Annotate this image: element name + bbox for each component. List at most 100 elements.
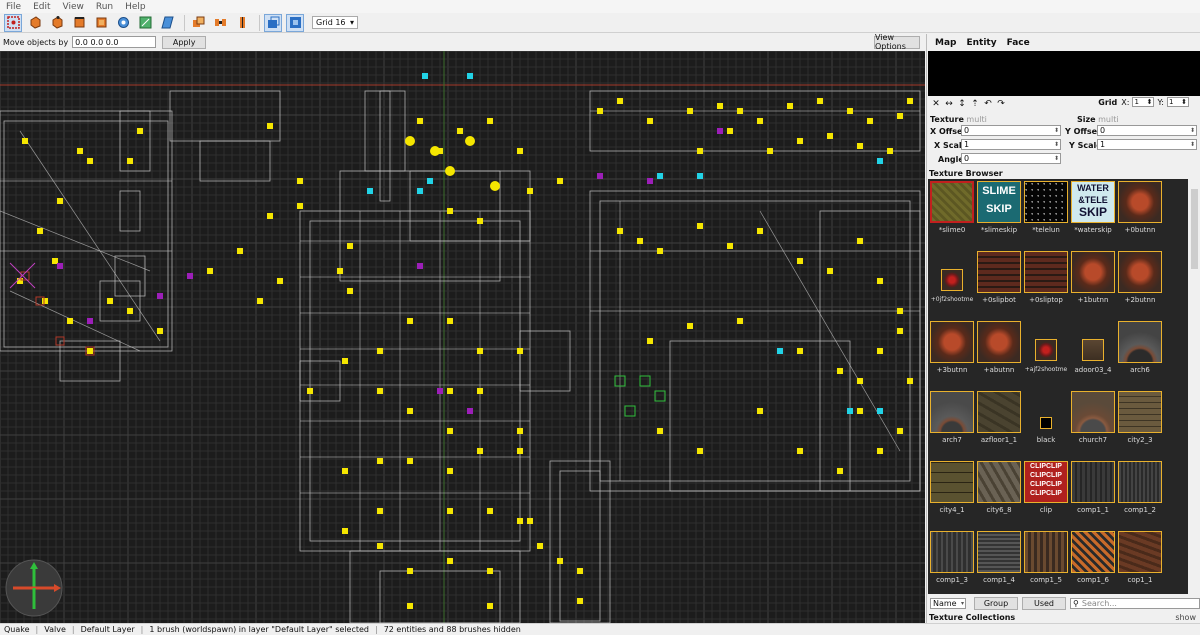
texture-lock-icon[interactable] [264, 13, 282, 32]
align-icon[interactable]: ⇡ [970, 99, 980, 109]
spinner-arrows-icon: ⬍ [1146, 98, 1153, 106]
group-button[interactable]: Group [974, 596, 1018, 610]
point-entity [757, 408, 763, 414]
flip-horizontal-icon[interactable]: ↔ [944, 99, 954, 109]
point-entity [797, 448, 803, 454]
grid-size-value: Grid 16 [316, 18, 346, 27]
menu-edit[interactable]: Edit [27, 2, 56, 12]
flip-vertical-icon[interactable]: ↕ [957, 99, 967, 109]
texture-tile[interactable] [1024, 181, 1068, 223]
inspector-tabs: Map Entity Face [927, 34, 1200, 51]
texture-browser-scrollbar[interactable] [1189, 179, 1200, 594]
texture-tile[interactable] [941, 269, 963, 291]
used-button[interactable]: Used [1022, 596, 1066, 610]
face-tool-icon[interactable] [92, 14, 110, 32]
point-entity [897, 428, 903, 434]
texture-tile[interactable] [930, 181, 974, 223]
texture-tile[interactable] [1118, 461, 1162, 503]
texture-browser-grid[interactable]: *slime0 SLIME SKIP *slimeskip *telelun WATER &… [928, 179, 1188, 594]
point-entity [647, 338, 653, 344]
map-2d-view[interactable] [0, 51, 925, 623]
y-offset-field[interactable]: 0 ⬍ [1097, 125, 1197, 136]
texture-tile[interactable] [1035, 339, 1057, 361]
y-scale-field[interactable]: 1 ⬍ [1097, 139, 1197, 150]
select-tool-icon[interactable] [4, 13, 22, 32]
x-offset-field[interactable]: 0 ⬍ [961, 125, 1061, 136]
map-viewport[interactable] [0, 51, 925, 623]
texture-label: comp1_1 [1077, 506, 1109, 514]
texture-collections-toggle[interactable]: show [1175, 613, 1196, 622]
rotate-cw-icon[interactable]: ↷ [996, 99, 1006, 109]
view-options-button[interactable]: View Options [874, 33, 920, 51]
texture-search-input[interactable]: ⚲ Search... [1070, 597, 1200, 609]
move-objects-input[interactable]: 0.0 0.0 0.0 [72, 36, 157, 48]
texture-label: +2butnn [1124, 296, 1156, 304]
texture-tile[interactable] [977, 461, 1021, 503]
light-entity [490, 181, 500, 191]
info-entity [597, 173, 603, 179]
csg-intersect-icon[interactable] [233, 14, 251, 32]
scale-tool-icon[interactable] [136, 14, 154, 32]
texture-tile[interactable] [1118, 391, 1162, 433]
texture-tile[interactable] [930, 321, 974, 363]
apply-button[interactable]: Apply [162, 35, 207, 49]
texture-browser-title: Texture Browser [929, 169, 1003, 178]
x-scale-field[interactable]: 1 ⬍ [961, 139, 1061, 150]
texture-tile[interactable]: SLIME SKIP [977, 181, 1021, 223]
angle-field[interactable]: 0 ⬍ [961, 153, 1061, 164]
texture-tile[interactable] [1118, 321, 1162, 363]
texture-tile[interactable] [930, 461, 974, 503]
uv-editor-view[interactable] [928, 51, 1200, 96]
rotate-ccw-icon[interactable]: ↶ [983, 99, 993, 109]
grid-x-spinner[interactable]: 1 ⬍ [1132, 97, 1155, 107]
info-entity [437, 388, 443, 394]
texture-tile[interactable] [1071, 531, 1115, 573]
sort-select[interactable]: Name ▾ [930, 597, 966, 609]
texture-tile[interactable] [1082, 339, 1104, 361]
texture-tile[interactable] [1118, 251, 1162, 293]
shear-tool-icon[interactable] [158, 14, 176, 32]
search-icon: ⚲ [1073, 598, 1079, 608]
texture-tile[interactable] [977, 391, 1021, 433]
size-attr: Size multi [1077, 115, 1119, 124]
grid-size-select[interactable]: Grid 16 ▾ [312, 16, 358, 29]
grid-y-spinner[interactable]: 1 ⬍ [1167, 97, 1189, 107]
texture-tile[interactable] [930, 391, 974, 433]
texture-tile[interactable] [1071, 391, 1115, 433]
texture-tile[interactable] [1118, 181, 1162, 223]
uv-lock-icon[interactable] [286, 13, 304, 32]
tab-entity[interactable]: Entity [966, 38, 996, 48]
texture-tile[interactable] [930, 531, 974, 573]
menu-view[interactable]: View [57, 2, 90, 12]
texture-tile[interactable] [1024, 531, 1068, 573]
point-entity [477, 388, 483, 394]
csg-subtract-icon[interactable] [211, 14, 229, 32]
point-entity [42, 298, 48, 304]
point-entity [657, 428, 663, 434]
texture-tile[interactable] [1071, 461, 1115, 503]
texture-tile[interactable]: WATER &TELE SKIP [1071, 181, 1115, 223]
texture-tile[interactable] [977, 531, 1021, 573]
texture-tile[interactable]: CLIPCLIP CLIPCLIP CLIPCLIP CLIPCLIP [1024, 461, 1068, 503]
texture-tile[interactable] [1040, 417, 1052, 429]
menu-file[interactable]: File [0, 2, 27, 12]
menu-run[interactable]: Run [90, 2, 119, 12]
edge-tool-icon[interactable] [70, 14, 88, 32]
reset-icon[interactable]: ✕ [931, 99, 941, 109]
texture-tile[interactable] [1024, 251, 1068, 293]
csg-convex-icon[interactable] [189, 14, 207, 32]
point-entity [837, 368, 843, 374]
texture-tile[interactable] [977, 251, 1021, 293]
tab-face[interactable]: Face [1007, 38, 1030, 48]
rotate-tool-icon[interactable] [114, 14, 132, 32]
menu-help[interactable]: Help [119, 2, 152, 12]
texture-label: city2_3 [1127, 436, 1153, 444]
texture-tile[interactable] [1118, 531, 1162, 573]
scrollbar-thumb[interactable] [1191, 189, 1198, 269]
tab-map[interactable]: Map [935, 38, 956, 48]
texture-tile[interactable] [977, 321, 1021, 363]
texture-tile[interactable] [1071, 251, 1115, 293]
vertex-tool-icon[interactable] [48, 14, 66, 32]
brush-tool-icon[interactable] [26, 14, 44, 32]
status-layer: Default Layer [80, 625, 135, 634]
